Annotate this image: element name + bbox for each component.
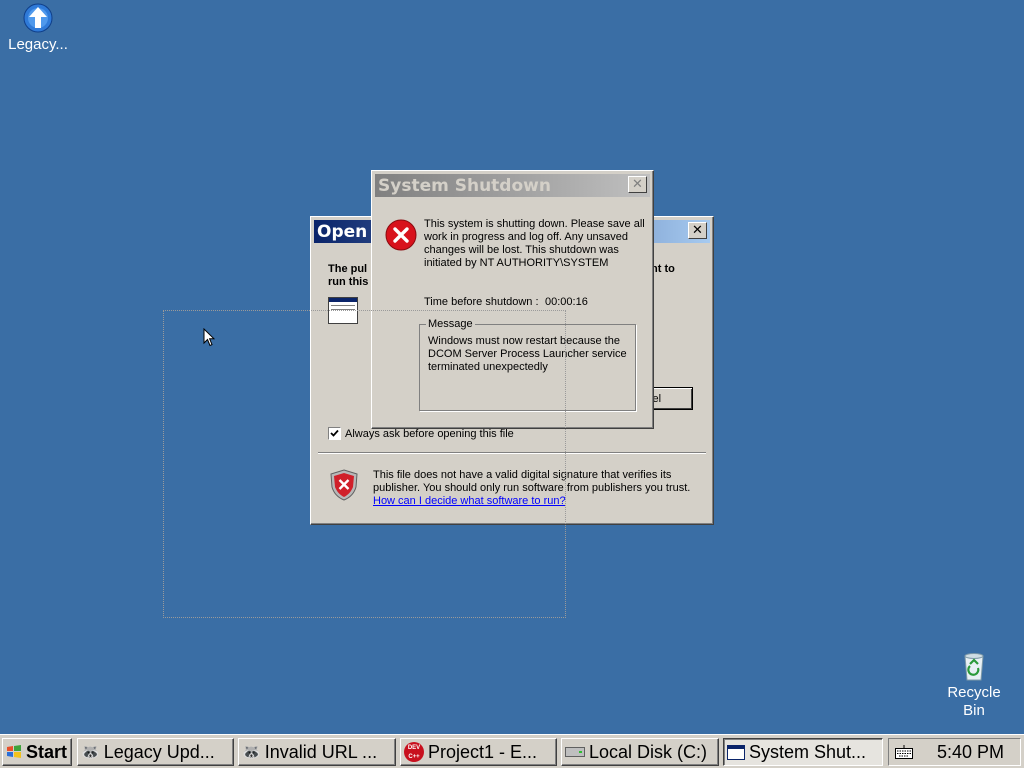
taskbar-button-label: Local Disk (C:) [589, 741, 708, 762]
open-dialog-close-button[interactable]: ✕ [688, 222, 707, 239]
message-text-line1: Windows must now restart because the [428, 335, 620, 347]
shutdown-text-line3: changes will be lost. This shutdown was [424, 244, 619, 256]
error-icon [385, 219, 417, 254]
security-text-line2: publisher. You should only run software … [373, 482, 691, 494]
shutdown-text-line2: work in progress and log off. Any unsave… [424, 231, 629, 243]
system-tray: 5:40 PM [888, 738, 1021, 766]
prompt-text-line1-tail: nt to [651, 263, 675, 275]
security-shield-icon [330, 469, 358, 504]
dev-cpp-icon: DEV C++ [404, 742, 424, 762]
message-groupbox: Message Windows must now restart because… [419, 318, 636, 411]
recycle-bin-icon [958, 650, 990, 682]
desktop-icon-label: Recycle Bin [947, 684, 1001, 719]
taskbar-button-label: System Shut... [749, 741, 867, 762]
app-icon: 🦝 [242, 744, 261, 761]
start-button[interactable]: Start [2, 738, 72, 766]
separator [318, 452, 706, 454]
open-dialog-title: Open [317, 221, 368, 242]
taskbar-button-label: Project1 - E... [428, 741, 538, 762]
app-icon: 🦝 [81, 744, 100, 761]
program-window-icon [328, 297, 358, 324]
shutdown-warning-text: This system is shutting down. Please sav… [424, 218, 645, 270]
desktop-icon-recycle-bin[interactable]: Recycle Bin [934, 650, 1014, 720]
security-warning-text: This file does not have a valid digital … [373, 469, 690, 508]
taskbar-button-invalid-url[interactable]: 🦝 Invalid URL ... [238, 738, 396, 766]
shutdown-text-line1: This system is shutting down. Please sav… [424, 218, 645, 230]
shutdown-dialog-close-button[interactable]: ✕ [628, 176, 647, 193]
windows-logo-icon [6, 744, 22, 760]
mouse-pointer-icon [203, 327, 216, 350]
taskbar-button-label: Legacy Upd... [103, 741, 215, 762]
clock[interactable]: 5:40 PM [937, 742, 1004, 763]
time-before-shutdown-value: 00:00:16 [545, 296, 588, 308]
desktop-icon-legacy[interactable]: Legacy... [0, 2, 78, 54]
time-before-shutdown-label: Time before shutdown : [424, 296, 539, 308]
taskbar: Start 🦝 Legacy Upd... 🦝 Invalid URL ... … [0, 734, 1024, 768]
start-button-label: Start [26, 741, 68, 762]
message-groupbox-label: Message [426, 318, 475, 330]
drive-icon [565, 747, 585, 757]
message-text-line2: DCOM Server Process Launcher service [428, 348, 627, 360]
taskbar-button-project1[interactable]: DEV C++ Project1 - E... [400, 738, 557, 766]
help-link[interactable]: How can I decide what software to run? [373, 495, 690, 508]
shutdown-text-line4: initiated by NT AUTHORITY\SYSTEM [424, 257, 609, 269]
taskbar-button-legacy-update[interactable]: 🦝 Legacy Upd... [77, 738, 234, 766]
prompt-text-line1: The pul [328, 263, 368, 275]
prompt-text-line2: run this [328, 276, 369, 288]
message-text-line3: terminated unexpectedly [428, 361, 548, 373]
taskbar-button-label: Invalid URL ... [264, 741, 378, 762]
shutdown-dialog-title: System Shutdown [378, 175, 551, 196]
checkmark-icon [330, 429, 339, 437]
always-ask-checkbox[interactable] [328, 427, 341, 440]
security-text-line1: This file does not have a valid digital … [373, 469, 672, 481]
always-ask-checkbox-label: Always ask before opening this file [345, 427, 514, 440]
message-text: Windows must now restart because the DCO… [428, 335, 627, 374]
keyboard-icon[interactable] [895, 745, 913, 762]
system-shutdown-dialog: System Shutdown ✕ This system is shuttin… [371, 170, 654, 429]
close-icon: ✕ [632, 177, 643, 192]
open-dialog-prompt: The pul run this [328, 263, 368, 289]
update-globe-icon [22, 2, 54, 34]
taskbar-button-local-disk[interactable]: Local Disk (C:) [561, 738, 719, 766]
taskbar-button-system-shutdown[interactable]: System Shut... [723, 738, 883, 766]
close-icon: ✕ [692, 223, 703, 238]
desktop-icon-label: Legacy... [8, 36, 68, 53]
shutdown-dialog-titlebar[interactable]: System Shutdown ✕ [375, 174, 650, 197]
window-icon [727, 744, 745, 760]
